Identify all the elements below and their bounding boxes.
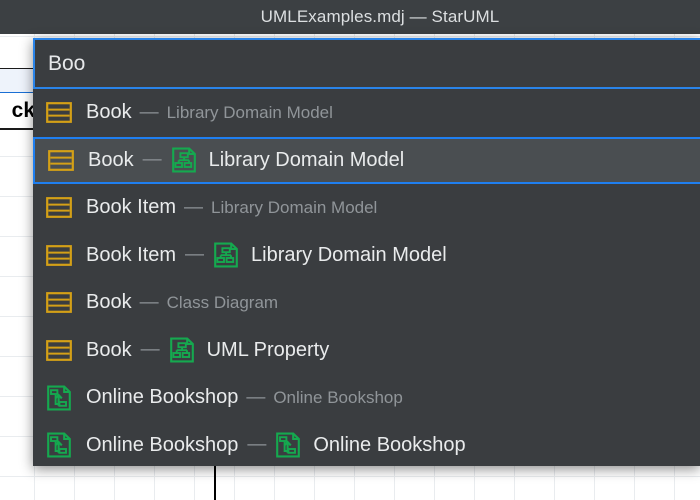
result-element-name: Online Bookshop xyxy=(86,434,238,457)
class-diagram-icon xyxy=(171,147,197,173)
result-separator-dash: — xyxy=(140,102,159,124)
uml-class-icon xyxy=(46,337,72,363)
result-separator-dash: — xyxy=(143,149,162,171)
uml-class-icon xyxy=(48,150,74,171)
result-separator-dash: — xyxy=(247,434,266,456)
uml-class-icon xyxy=(46,100,72,126)
window-titlebar: UMLExamples.mdj — StarUML xyxy=(0,0,700,34)
class-diagram-icon xyxy=(213,242,239,268)
class-diagram-icon xyxy=(213,242,239,268)
usecase-diagram-icon xyxy=(46,385,72,411)
result-separator-dash: — xyxy=(185,244,204,266)
quick-search-result-row[interactable]: Online Bookshop — Online Bookshop xyxy=(33,374,700,422)
quick-search-result-row[interactable]: Book Item — Library Domain Model xyxy=(33,232,700,280)
class-diagram-icon xyxy=(169,337,195,363)
result-context-label: Library Domain Model xyxy=(251,244,447,267)
uml-class-name-label: ck xyxy=(0,93,37,129)
quick-search-result-row[interactable]: Online Bookshop — Online Bookshop xyxy=(33,422,700,467)
usecase-diagram-icon xyxy=(46,432,72,458)
class-diagram-icon xyxy=(169,337,195,363)
usecase-diagram-icon xyxy=(46,385,72,411)
result-element-name: Online Bookshop xyxy=(86,386,238,409)
result-context-label: Library Domain Model xyxy=(209,149,405,172)
result-context-label: Library Domain Model xyxy=(167,103,333,123)
uml-class-icon xyxy=(46,245,72,266)
result-context-label: Class Diagram xyxy=(167,293,278,313)
uml-class-icon xyxy=(46,292,72,313)
quick-search-result-row[interactable]: Book — UML Property xyxy=(33,327,700,375)
result-separator-dash: — xyxy=(184,197,203,219)
quick-search-input[interactable] xyxy=(35,41,648,86)
window-title: UMLExamples.mdj — StarUML xyxy=(201,7,500,27)
result-separator-dash: — xyxy=(246,387,265,409)
uml-class-icon xyxy=(48,147,74,173)
result-element-name: Book xyxy=(86,291,132,314)
quick-search-results-list[interactable]: Book — Library Domain Model Book — Library Do… xyxy=(33,89,700,466)
uml-class-icon xyxy=(46,340,72,361)
result-separator-dash: — xyxy=(141,339,160,361)
result-element-name: Book Item xyxy=(86,196,176,219)
quick-search-result-row[interactable]: Book — Library Domain Model xyxy=(33,89,700,137)
uml-class-icon xyxy=(46,197,72,218)
result-context-label: UML Property xyxy=(207,339,330,362)
result-separator-dash: — xyxy=(140,292,159,314)
quick-search-result-row[interactable]: Book — Library Domain Model xyxy=(33,137,700,185)
result-context-label: Online Bookshop xyxy=(313,434,465,457)
result-context-label: Online Bookshop xyxy=(273,388,402,408)
usecase-diagram-icon xyxy=(46,432,72,458)
quick-search-panel: Book — Library Domain Model Book — Library Do… xyxy=(33,38,700,466)
class-diagram-icon xyxy=(171,147,197,173)
result-element-name: Book xyxy=(86,101,132,124)
uml-class-icon xyxy=(46,102,72,123)
quick-search-input-wrapper[interactable] xyxy=(33,38,700,89)
result-element-name: Book xyxy=(86,339,132,362)
uml-class-icon xyxy=(46,242,72,268)
result-element-name: Book Item xyxy=(86,244,176,267)
quick-search-result-row[interactable]: Book — Class Diagram xyxy=(33,279,700,327)
diagram-connector-line xyxy=(214,466,216,500)
uml-class-stereotype-compartment xyxy=(0,69,37,93)
staruml-window: ck UMLExamples.mdj — StarUML Book — Librar… xyxy=(0,0,700,500)
usecase-diagram-icon xyxy=(275,432,301,458)
result-context-label: Library Domain Model xyxy=(211,198,377,218)
uml-class-icon xyxy=(46,195,72,221)
uml-class-icon xyxy=(46,290,72,316)
quick-search-result-row[interactable]: Book Item — Library Domain Model xyxy=(33,184,700,232)
result-element-name: Book xyxy=(88,149,134,172)
usecase-diagram-icon xyxy=(275,432,301,458)
